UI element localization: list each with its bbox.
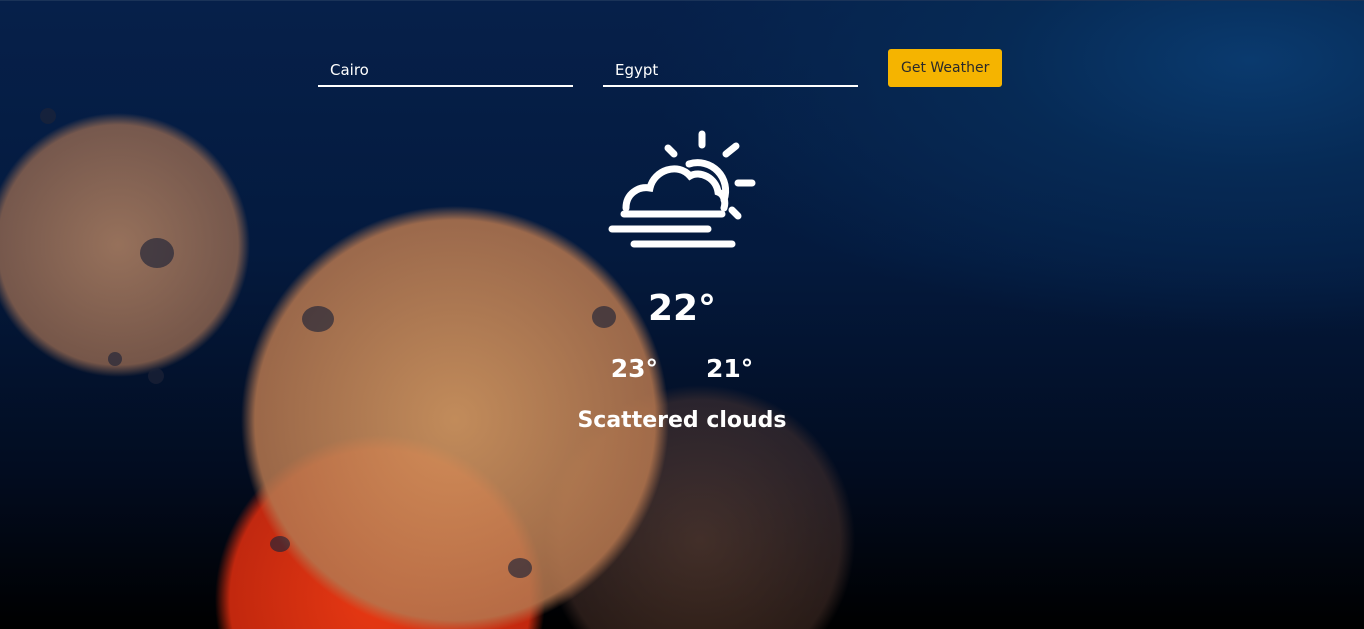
min-temperature: 21° (706, 354, 754, 383)
country-input[interactable] (603, 61, 858, 79)
weather-form: Get Weather (318, 48, 1003, 87)
current-temperature: 22° (647, 288, 717, 329)
city-field (318, 49, 573, 87)
get-weather-button[interactable]: Get Weather (888, 49, 1003, 87)
country-field (603, 49, 858, 87)
max-temperature: 23° (610, 354, 658, 383)
top-border (0, 0, 1364, 1)
weather-description: Scattered clouds (577, 408, 787, 433)
city-input[interactable] (318, 61, 573, 79)
temperature-range: 23° 21° (0, 354, 1364, 383)
partly-cloudy-icon (604, 124, 764, 258)
